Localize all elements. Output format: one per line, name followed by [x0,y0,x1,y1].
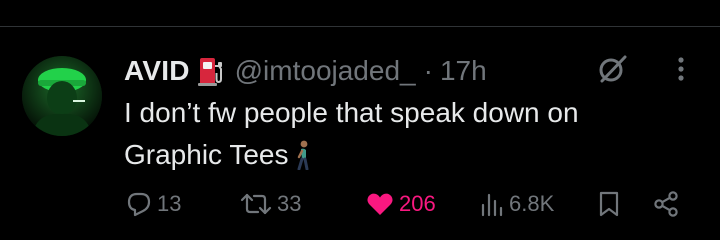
views-chart-icon [481,193,503,217]
repost-button[interactable]: 33 [240,186,301,222]
avatar-image [22,56,102,136]
tweet-header: AVID @imtoojaded_ · 17h [124,52,487,90]
view-count: 6.8K [509,191,555,216]
avatar[interactable] [22,56,102,136]
repost-icon [240,193,272,215]
tweet-text-line-2: Graphic Tees [124,134,694,182]
bookmark-icon [599,191,619,217]
share-button[interactable] [652,186,680,222]
like-button[interactable]: 206 [366,186,436,222]
heart-icon [367,193,393,215]
views-button[interactable]: 6.8K [480,186,554,222]
reply-count: 13 [157,191,182,216]
bookmark-button[interactable] [598,186,620,222]
person-walking-emoji [294,140,312,182]
timestamp[interactable]: 17h [440,55,487,87]
author-handle[interactable]: @imtoojaded_ [235,55,416,87]
share-icon [654,191,678,217]
separator-dot: · [423,55,433,86]
more-icon[interactable] [666,52,696,86]
top-divider [0,26,720,27]
display-name[interactable]: AVID [124,55,190,87]
like-count: 206 [399,191,436,216]
reply-icon [127,192,151,217]
repost-count: 33 [277,191,302,216]
fuel-pump-icon [197,55,225,87]
grok-icon[interactable] [596,52,630,86]
reply-button[interactable]: 13 [126,186,181,222]
tweet-text-line-1: I don’t fw people that speak down on [124,97,579,128]
action-bar: 13 33 206 6.8K [0,186,720,222]
tweet-text-line-2-text: Graphic Tees [124,139,289,170]
tweet-text: I don’t fw people that speak down on Gra… [124,92,694,182]
